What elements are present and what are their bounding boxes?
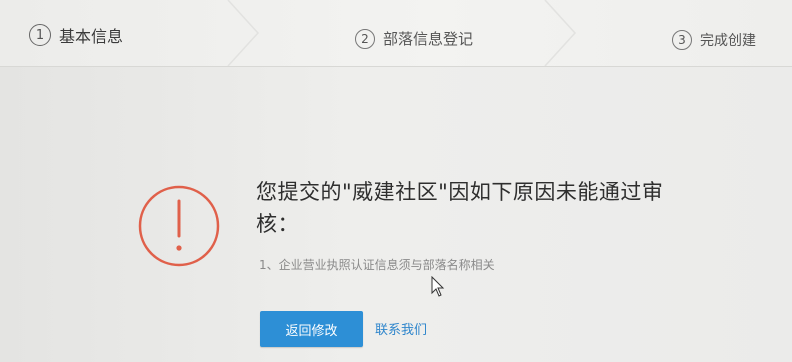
contact-us-link[interactable]: 联系我们 <box>375 319 427 338</box>
step-number: 3 <box>672 30 692 50</box>
step-basic-info: 1 基本信息 <box>29 23 123 47</box>
step-label: 部落信息登记 <box>383 30 474 48</box>
step-label: 基本信息 <box>59 27 124 46</box>
page: 1 基本信息 2 部落信息登记 3 完成创建 您提交的"威建社区"因如下原因未能… <box>0 0 792 362</box>
rejection-message-title: 您提交的"威建社区"因如下原因未能通过审核： <box>256 180 664 236</box>
step-label: 完成创建 <box>700 33 756 49</box>
rejection-reason: 1、企业营业执照认证信息须与部落名称相关 <box>259 258 495 272</box>
step-number: 1 <box>29 24 51 46</box>
step-complete: 3 完成创建 <box>672 30 756 50</box>
mouse-pointer-icon <box>431 276 445 297</box>
step-tribe-registration: 2 部落信息登记 <box>355 28 473 49</box>
step-number: 2 <box>355 28 375 49</box>
back-to-edit-button[interactable]: 返回修改 <box>260 311 363 347</box>
exclamation-circle-icon <box>138 185 220 267</box>
step-progress-bar: 1 基本信息 2 部落信息登记 3 完成创建 <box>0 0 792 67</box>
